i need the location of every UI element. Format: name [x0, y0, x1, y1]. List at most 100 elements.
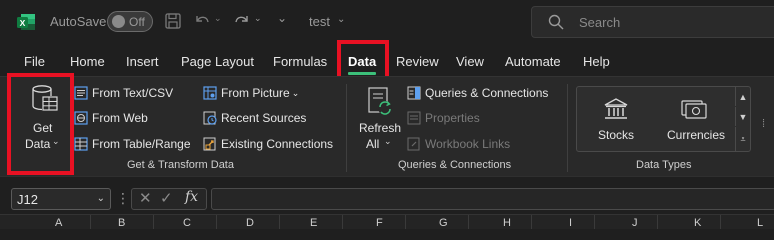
tab-review[interactable]: Review: [396, 54, 439, 69]
column-divider[interactable]: [468, 215, 469, 229]
properties-icon: [407, 111, 421, 125]
from-picture-chevron-icon: ⌄: [291, 87, 300, 98]
table-icon: [74, 137, 88, 151]
from-text-csv-label: From Text/CSV: [92, 86, 174, 100]
column-header-j[interactable]: J: [632, 217, 638, 229]
recent-sources-label: Recent Sources: [221, 111, 307, 125]
connection-file-icon: [203, 137, 216, 151]
clock-icon: [203, 111, 217, 125]
from-picture-label: From Picture: [221, 86, 290, 100]
queries-group-label: Queries & Connections: [398, 159, 512, 171]
column-divider[interactable]: [216, 215, 217, 229]
stocks-bank-icon[interactable]: [603, 96, 629, 122]
column-header-k[interactable]: K: [694, 217, 701, 229]
recent-sources-button[interactable]: Recent Sources: [203, 111, 306, 125]
tab-view[interactable]: View: [456, 54, 484, 69]
tab-insert[interactable]: Insert: [126, 54, 159, 69]
column-header-d[interactable]: D: [246, 217, 254, 229]
column-divider[interactable]: [153, 215, 154, 229]
existing-connections-label: Existing Connections: [221, 137, 334, 151]
name-box-value: J12: [17, 192, 38, 207]
from-web-label: From Web: [92, 111, 148, 125]
cancel-entry-icon[interactable]: ✕: [139, 189, 152, 207]
excel-logo-icon: X: [17, 14, 35, 30]
tab-formulas[interactable]: Formulas: [273, 54, 327, 69]
queries-connections-button[interactable]: Queries & Connections: [407, 86, 548, 100]
column-header-e[interactable]: E: [310, 217, 317, 229]
autosave-toggle-state: Off: [129, 15, 145, 29]
picture-table-icon: [203, 86, 217, 100]
insert-function-icon[interactable]: fx: [185, 189, 198, 205]
workbook-links-label: Workbook Links: [425, 137, 511, 151]
column-divider[interactable]: [531, 215, 532, 229]
currencies-icon[interactable]: [680, 97, 708, 121]
save-icon[interactable]: [164, 11, 182, 31]
column-header-b[interactable]: B: [118, 217, 125, 229]
column-header-f[interactable]: F: [376, 217, 383, 229]
globe-icon: [74, 111, 88, 125]
name-box[interactable]: J12 ⌄: [11, 188, 111, 210]
column-divider[interactable]: [405, 215, 406, 229]
column-divider[interactable]: [90, 215, 91, 229]
workbook-links-button[interactable]: Workbook Links: [407, 137, 510, 151]
title-bar: X AutoSave Off ⌄ ⌄ ⌄ test ⌄ Search: [0, 0, 774, 44]
column-header-i[interactable]: I: [569, 217, 572, 229]
toggle-knob: [112, 15, 125, 28]
refresh-all-label-line1[interactable]: Refresh: [359, 121, 401, 135]
existing-connections-button[interactable]: Existing Connections: [203, 137, 333, 151]
ribbon-overflow-icon[interactable]: ⁞: [762, 118, 765, 130]
redo-icon[interactable]: [232, 11, 252, 31]
gallery-scroll-up-icon[interactable]: ▲: [735, 87, 750, 106]
undo-dropdown-icon[interactable]: ⌄: [214, 13, 222, 24]
column-divider[interactable]: [279, 215, 280, 229]
name-box-chevron-icon[interactable]: ⌄: [97, 193, 105, 204]
stocks-label[interactable]: Stocks: [598, 128, 634, 142]
column-divider[interactable]: [657, 215, 658, 229]
tab-file[interactable]: File: [24, 54, 45, 69]
formula-bar-grip-icon[interactable]: ⋮: [116, 190, 130, 207]
tab-automate[interactable]: Automate: [505, 54, 561, 69]
refresh-all-icon[interactable]: [365, 86, 395, 118]
undo-icon[interactable]: [192, 11, 212, 31]
properties-label: Properties: [425, 111, 480, 125]
column-divider[interactable]: [594, 215, 595, 229]
column-header-l[interactable]: L: [757, 217, 763, 229]
tab-home[interactable]: Home: [70, 54, 105, 69]
get-transform-group-label: Get & Transform Data: [127, 159, 234, 171]
column-divider[interactable]: [720, 215, 721, 229]
tab-help[interactable]: Help: [583, 54, 610, 69]
column-header-a[interactable]: A: [55, 217, 62, 229]
from-picture-button[interactable]: From Picture ⌄: [203, 86, 299, 100]
currencies-label[interactable]: Currencies: [667, 128, 725, 142]
gallery-expand-icon[interactable]: ⩡: [735, 127, 750, 151]
confirm-entry-icon[interactable]: ✓: [160, 189, 173, 207]
column-header-h[interactable]: H: [503, 217, 511, 229]
refresh-all-chevron-icon[interactable]: ⌄: [384, 136, 392, 147]
column-divider[interactable]: [342, 215, 343, 229]
queries-panel-icon: [407, 86, 421, 100]
get-data-highlight-box: [7, 73, 74, 175]
file-name[interactable]: test: [309, 14, 330, 29]
gallery-scroll-down-icon[interactable]: ▼: [735, 107, 750, 126]
file-name-chevron-icon[interactable]: ⌄: [337, 14, 345, 25]
from-text-csv-button[interactable]: From Text/CSV: [74, 86, 173, 100]
group-separator: [567, 84, 568, 172]
search-placeholder: Search: [579, 15, 621, 30]
from-table-range-button[interactable]: From Table/Range: [74, 137, 191, 151]
queries-connections-label: Queries & Connections: [425, 86, 549, 100]
refresh-all-label-line2[interactable]: All: [366, 137, 379, 151]
column-header-c[interactable]: C: [183, 217, 191, 229]
group-separator: [346, 84, 347, 172]
search-icon: [548, 14, 564, 30]
redo-dropdown-icon[interactable]: ⌄: [254, 13, 262, 24]
customize-toolbar-icon[interactable]: ⌄: [277, 11, 287, 25]
formula-input[interactable]: [211, 188, 774, 210]
search-box[interactable]: Search: [531, 6, 774, 38]
workbook-links-icon: [407, 137, 420, 151]
from-web-button[interactable]: From Web: [74, 111, 148, 125]
data-types-group-label: Data Types: [636, 159, 692, 171]
properties-button[interactable]: Properties: [407, 111, 480, 125]
autosave-toggle[interactable]: Off: [107, 11, 153, 32]
tab-page-layout[interactable]: Page Layout: [181, 54, 254, 69]
column-header-g[interactable]: G: [439, 217, 448, 229]
